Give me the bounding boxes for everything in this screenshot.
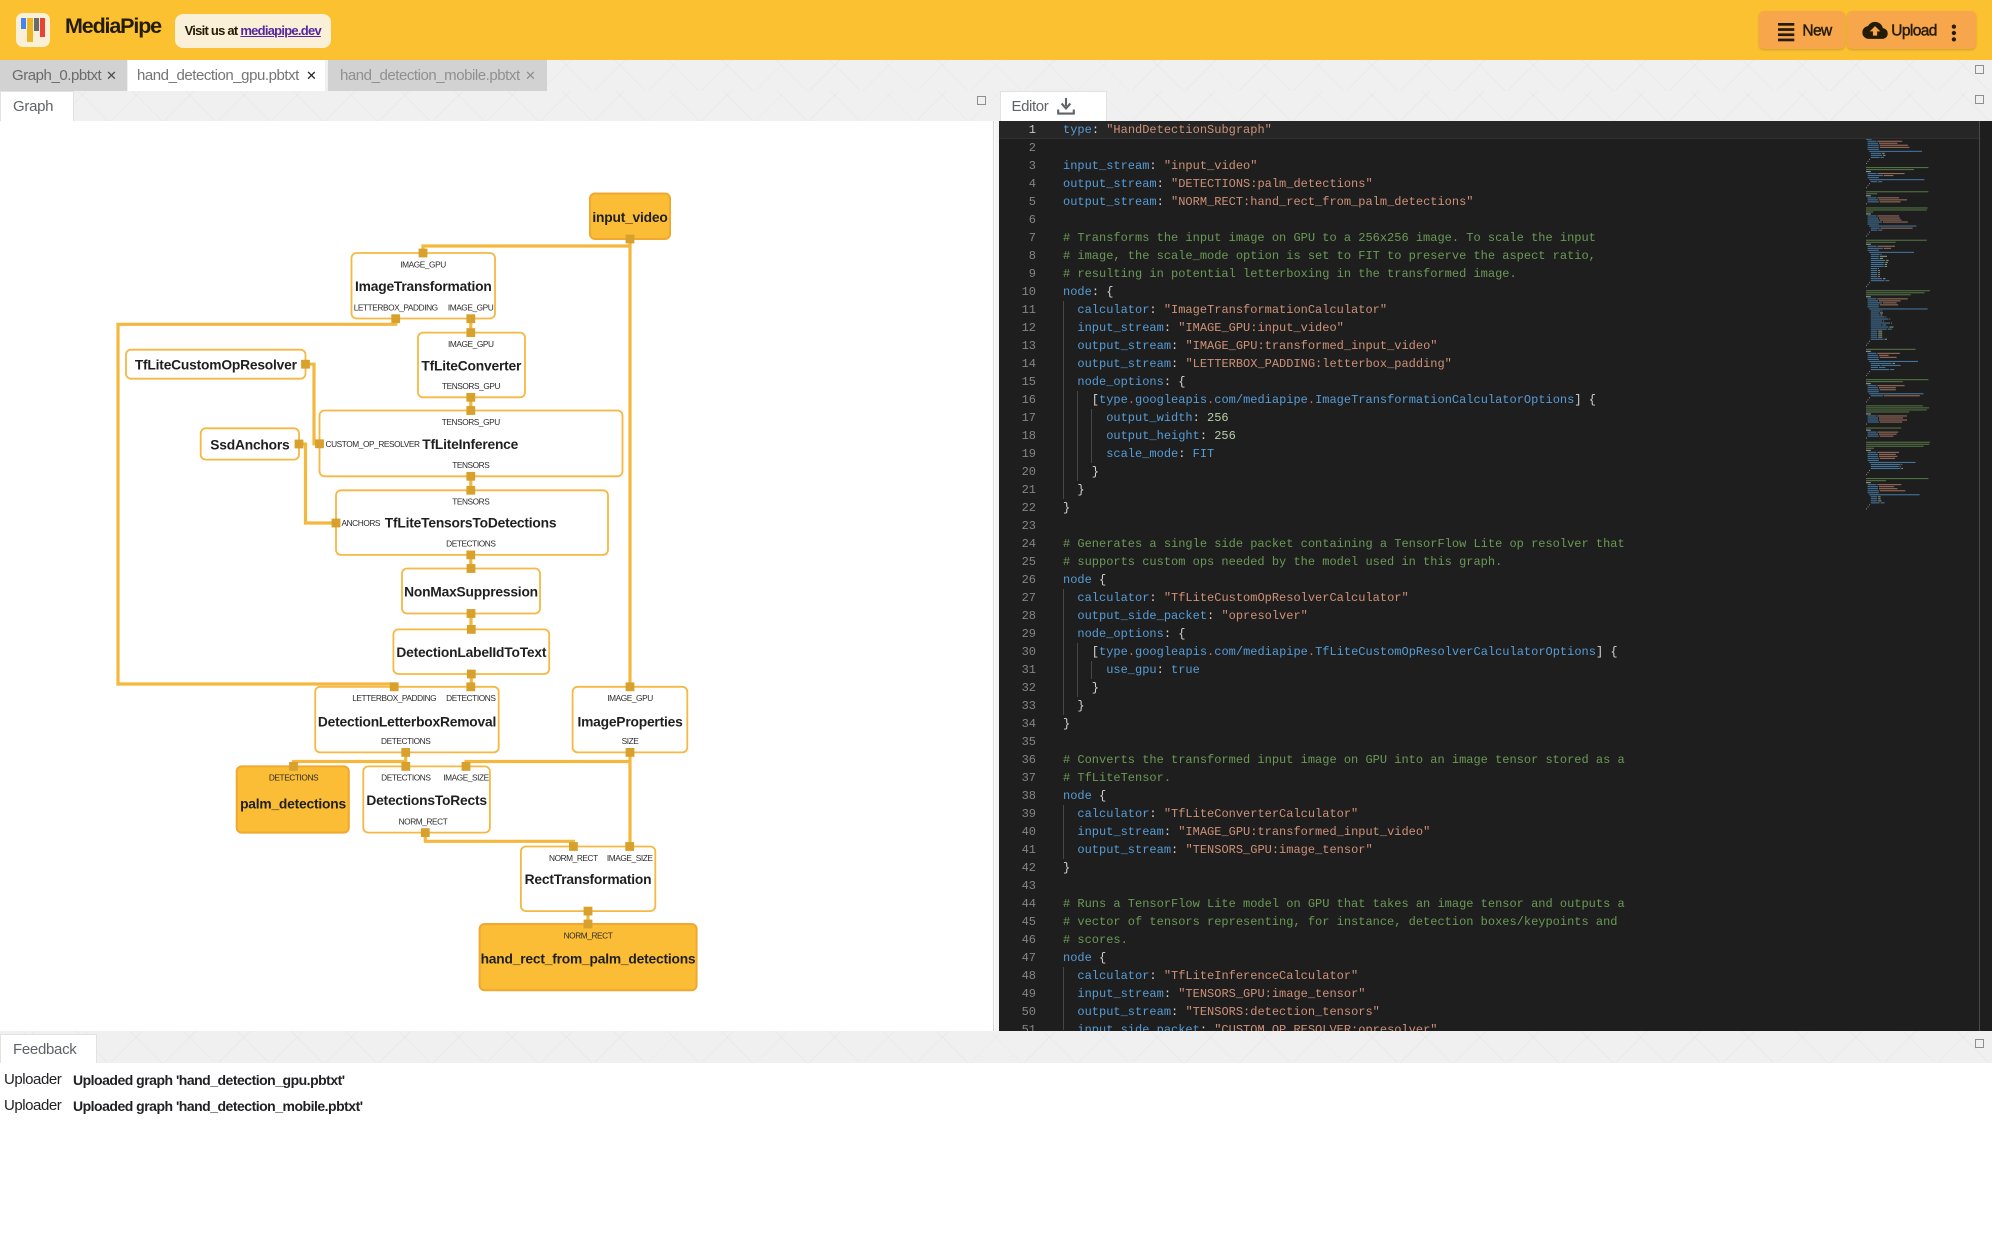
svg-text:SsdAnchors: SsdAnchors	[210, 437, 290, 452]
svg-text:IMAGE_SIZE: IMAGE_SIZE	[443, 773, 489, 783]
svg-text:DETECTIONS: DETECTIONS	[446, 693, 496, 703]
svg-text:input_video: input_video	[592, 210, 667, 225]
svg-text:IMAGE_GPU: IMAGE_GPU	[448, 339, 494, 349]
svg-text:DetectionLabelIdToText: DetectionLabelIdToText	[396, 645, 547, 660]
svg-text:IMAGE_SIZE: IMAGE_SIZE	[607, 853, 653, 863]
svg-text:palm_detections: palm_detections	[240, 796, 346, 811]
svg-text:DETECTIONS: DETECTIONS	[381, 736, 431, 746]
svg-text:TfLiteTensorsToDetections: TfLiteTensorsToDetections	[385, 515, 557, 530]
svg-text:IMAGE_GPU: IMAGE_GPU	[448, 302, 494, 312]
svg-text:LETTERBOX_PADDING: LETTERBOX_PADDING	[354, 302, 438, 312]
svg-text:DetectionLetterboxRemoval: DetectionLetterboxRemoval	[318, 715, 496, 730]
svg-text:NORM_RECT: NORM_RECT	[399, 816, 448, 826]
svg-text:Upload: Upload	[1891, 23, 1937, 40]
svg-text:DETECTIONS: DETECTIONS	[381, 773, 431, 783]
svg-text:TfLiteCustomOpResolver: TfLiteCustomOpResolver	[135, 358, 298, 373]
svg-text:NORM_RECT: NORM_RECT	[564, 930, 613, 940]
svg-text:SIZE: SIZE	[622, 736, 640, 746]
svg-text:DETECTIONS: DETECTIONS	[269, 773, 319, 783]
svg-text:hand_rect_from_palm_detections: hand_rect_from_palm_detections	[481, 951, 696, 966]
svg-text:TENSORS_GPU: TENSORS_GPU	[442, 381, 501, 391]
svg-text:NORM_RECT: NORM_RECT	[549, 853, 598, 863]
svg-text:TENSORS: TENSORS	[452, 497, 490, 507]
svg-text:DETECTIONS: DETECTIONS	[446, 539, 496, 549]
svg-text:ImageProperties: ImageProperties	[577, 715, 683, 730]
svg-text:TfLiteConverter: TfLiteConverter	[421, 358, 522, 373]
svg-text:New: New	[1802, 23, 1833, 40]
svg-text:IMAGE_GPU: IMAGE_GPU	[607, 693, 653, 703]
svg-text:TENSORS_GPU: TENSORS_GPU	[442, 417, 501, 427]
svg-text:NonMaxSuppression: NonMaxSuppression	[404, 584, 538, 599]
svg-text:RectTransformation: RectTransformation	[525, 872, 652, 887]
svg-text:ANCHORS: ANCHORS	[342, 518, 381, 528]
svg-text:TfLiteInference: TfLiteInference	[422, 437, 518, 452]
svg-text:TENSORS: TENSORS	[452, 460, 490, 470]
svg-text:LETTERBOX_PADDING: LETTERBOX_PADDING	[352, 693, 436, 703]
svg-text:ImageTransformation: ImageTransformation	[355, 279, 492, 294]
svg-text:DetectionsToRects: DetectionsToRects	[366, 793, 487, 808]
svg-text:CUSTOM_OP_RESOLVER: CUSTOM_OP_RESOLVER	[326, 439, 420, 449]
svg-text:IMAGE_GPU: IMAGE_GPU	[400, 259, 446, 269]
